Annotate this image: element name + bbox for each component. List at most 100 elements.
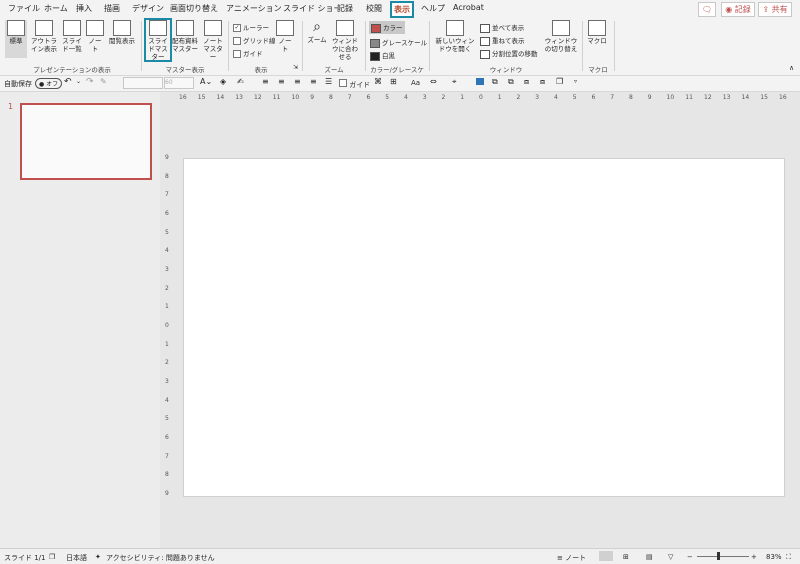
normal-view-button[interactable]: 標準 (5, 20, 27, 58)
justify-icon[interactable]: ≡ (310, 77, 317, 86)
zoom-in-icon[interactable]: + (751, 553, 757, 561)
comment-button[interactable]: 🗨 (698, 2, 716, 17)
cascade-button[interactable]: 重ねて表示 (480, 35, 525, 46)
black-white-button[interactable]: 白黒 (370, 50, 395, 61)
grayscale-button[interactable]: グレースケール (370, 37, 427, 48)
tab-design[interactable]: デザイン (132, 3, 164, 14)
normal-view-status-icon[interactable] (599, 551, 613, 561)
ruler-tick-label: 0 (165, 322, 169, 329)
tab-draw[interactable]: 描画 (104, 3, 120, 14)
highlight-icon[interactable]: ✍ (237, 77, 244, 86)
handout-master-button[interactable]: 配布資料マスター (171, 20, 199, 58)
notes-page-button[interactable]: ノート (86, 20, 104, 58)
format-painter-icon[interactable]: ✎ (100, 77, 107, 86)
gridlines-checkbox[interactable]: グリッド線 (233, 35, 276, 45)
ribbon-tab-bar: ファイル ホーム 挿入 描画 デザイン 画面切り替え アニメーション スライド … (0, 0, 800, 18)
align-center-icon[interactable]: ≡ (278, 77, 285, 86)
tab-view[interactable]: 表示 (390, 1, 414, 18)
arrange-all-button[interactable]: 並べて表示 (480, 22, 524, 33)
tab-insert[interactable]: 挿入 (76, 3, 92, 14)
reading-view-status-icon[interactable]: ▤ (646, 553, 653, 561)
slide-thumbnail[interactable] (20, 103, 152, 180)
fit-slide-icon[interactable]: ⛶ (786, 553, 791, 562)
reading-view-button[interactable]: 閲覧表示 (107, 20, 137, 58)
switch-windows-label: ウィンドウの切り替え (544, 37, 578, 53)
send-backward-icon[interactable]: ⧈ (540, 77, 545, 87)
tab-home[interactable]: ホーム (44, 3, 68, 14)
tab-animations[interactable]: アニメーション (226, 3, 282, 14)
bring-forward-icon[interactable]: ⧈ (524, 77, 529, 87)
outline-view-icon (35, 20, 53, 36)
show-dialog-launcher-icon[interactable]: ⇲ (293, 64, 298, 71)
accessibility-status[interactable]: アクセシビリティ: 問題ありません (106, 553, 215, 563)
font-size-box[interactable]: 60 (164, 77, 194, 89)
autosave-toggle[interactable]: ● オフ (35, 78, 63, 89)
vertical-ruler[interactable]: 9 8 7 6 5 4 3 2 1 0 1 2 3 4 5 6 7 8 9 (163, 154, 173, 497)
tab-transitions[interactable]: 画面切り替え (170, 3, 218, 14)
new-window-button[interactable]: 新しいウィンドウを開く (433, 20, 477, 58)
collapse-ribbon-icon[interactable]: ∧ (789, 64, 794, 72)
zoom-button[interactable]: ⌕ ズーム (307, 20, 327, 58)
tab-file[interactable]: ファイル (8, 3, 40, 14)
ungroup-icon[interactable]: ⧉ (508, 77, 514, 87)
fit-to-window-button[interactable]: ウィンドウに合わせる (329, 20, 361, 61)
undo-dropdown-icon[interactable]: ⌄ (76, 78, 81, 85)
char-spacing-icon[interactable]: ⇔ (430, 77, 437, 86)
macros-button[interactable]: マクロ (586, 20, 608, 58)
notes-master-button[interactable]: ノートマスター (201, 20, 225, 61)
zoom-slider[interactable] (697, 556, 749, 557)
switch-windows-button[interactable]: ウィンドウの切り替え (544, 20, 578, 58)
align-right-icon[interactable]: ≡ (294, 77, 301, 86)
tab-help[interactable]: ヘルプ (421, 3, 445, 14)
spelling-check-icon[interactable]: ❐ (49, 553, 55, 561)
customize-qat-icon[interactable]: ▿ (574, 78, 577, 85)
guides-checkbox[interactable]: ガイド (233, 48, 263, 58)
zoom-label: ズーム (307, 36, 327, 44)
zoom-level[interactable]: 83% (766, 553, 782, 561)
arrange-icon[interactable]: ⊞ (390, 77, 397, 86)
slide-master-button[interactable]: スライドマスター (144, 18, 172, 62)
grayscale-label: グレースケール (382, 39, 428, 47)
font-name-box[interactable] (123, 77, 163, 89)
undo-icon[interactable]: ↶ (64, 77, 72, 87)
change-case-button[interactable]: Aa (411, 79, 420, 87)
zoom-slider-thumb[interactable] (717, 552, 720, 560)
ruler-tick-label: 2 (516, 94, 521, 101)
slide-canvas[interactable] (183, 158, 785, 497)
ruler-tick-label: 6 (366, 94, 371, 101)
align-left-icon[interactable]: ≡ (262, 77, 269, 86)
tab-review[interactable]: 校閲 (366, 3, 382, 14)
ruler-tick-label: 3 (165, 266, 169, 273)
slide-sorter-button[interactable]: スライド一覧 (60, 20, 84, 58)
tab-acrobat[interactable]: Acrobat (453, 3, 484, 12)
crop-icon[interactable]: ⌖ (452, 77, 457, 87)
tab-slide-show[interactable]: スライド ショー (283, 3, 342, 14)
selection-pane-icon[interactable]: ❐ (556, 77, 563, 86)
font-color-icon[interactable]: A⌄ (200, 77, 212, 86)
redo-icon[interactable]: ↷ (86, 77, 94, 87)
reading-view-icon (113, 20, 131, 36)
shape-fill-icon[interactable]: ◈ (220, 77, 226, 86)
slide-show-status-icon[interactable]: ▽ (668, 553, 673, 561)
tab-record[interactable]: 記録 (337, 3, 353, 14)
arrange-all-icon (480, 23, 490, 33)
outline-view-button[interactable]: アウトライン表示 (30, 20, 58, 58)
color-button[interactable]: カラー (369, 21, 405, 34)
record-button[interactable]: ◉ 記録 (721, 2, 755, 17)
zoom-out-icon[interactable]: − (687, 553, 693, 561)
guides-qat-checkbox[interactable]: ガイド (339, 79, 370, 90)
black-white-icon (370, 51, 380, 61)
text-box-icon[interactable] (476, 78, 484, 85)
move-split-button[interactable]: 分割位置の移動 (480, 48, 538, 59)
horizontal-ruler[interactable]: 16 15 14 13 12 11 10 9 8 7 6 5 4 3 2 1 0 1 2 3 4 5 6 7 8 9 10 11 12 1… (179, 94, 787, 104)
ruler-checkbox[interactable]: ✓ ルーラー (233, 22, 269, 32)
notes-button[interactable]: ノート (276, 20, 294, 58)
language[interactable]: 日本語 (66, 553, 87, 563)
notes-toggle[interactable]: ≡ ノート (557, 553, 586, 563)
group-icon[interactable]: ⧉ (492, 77, 498, 87)
record-icon: ◉ (725, 5, 733, 14)
share-button[interactable]: ⇪ 共有 (758, 2, 792, 17)
slide-sorter-status-icon[interactable]: ⊞ (623, 553, 629, 561)
shapes-icon[interactable]: ⌘ (374, 77, 382, 86)
columns-icon[interactable]: ☰ (325, 77, 332, 86)
